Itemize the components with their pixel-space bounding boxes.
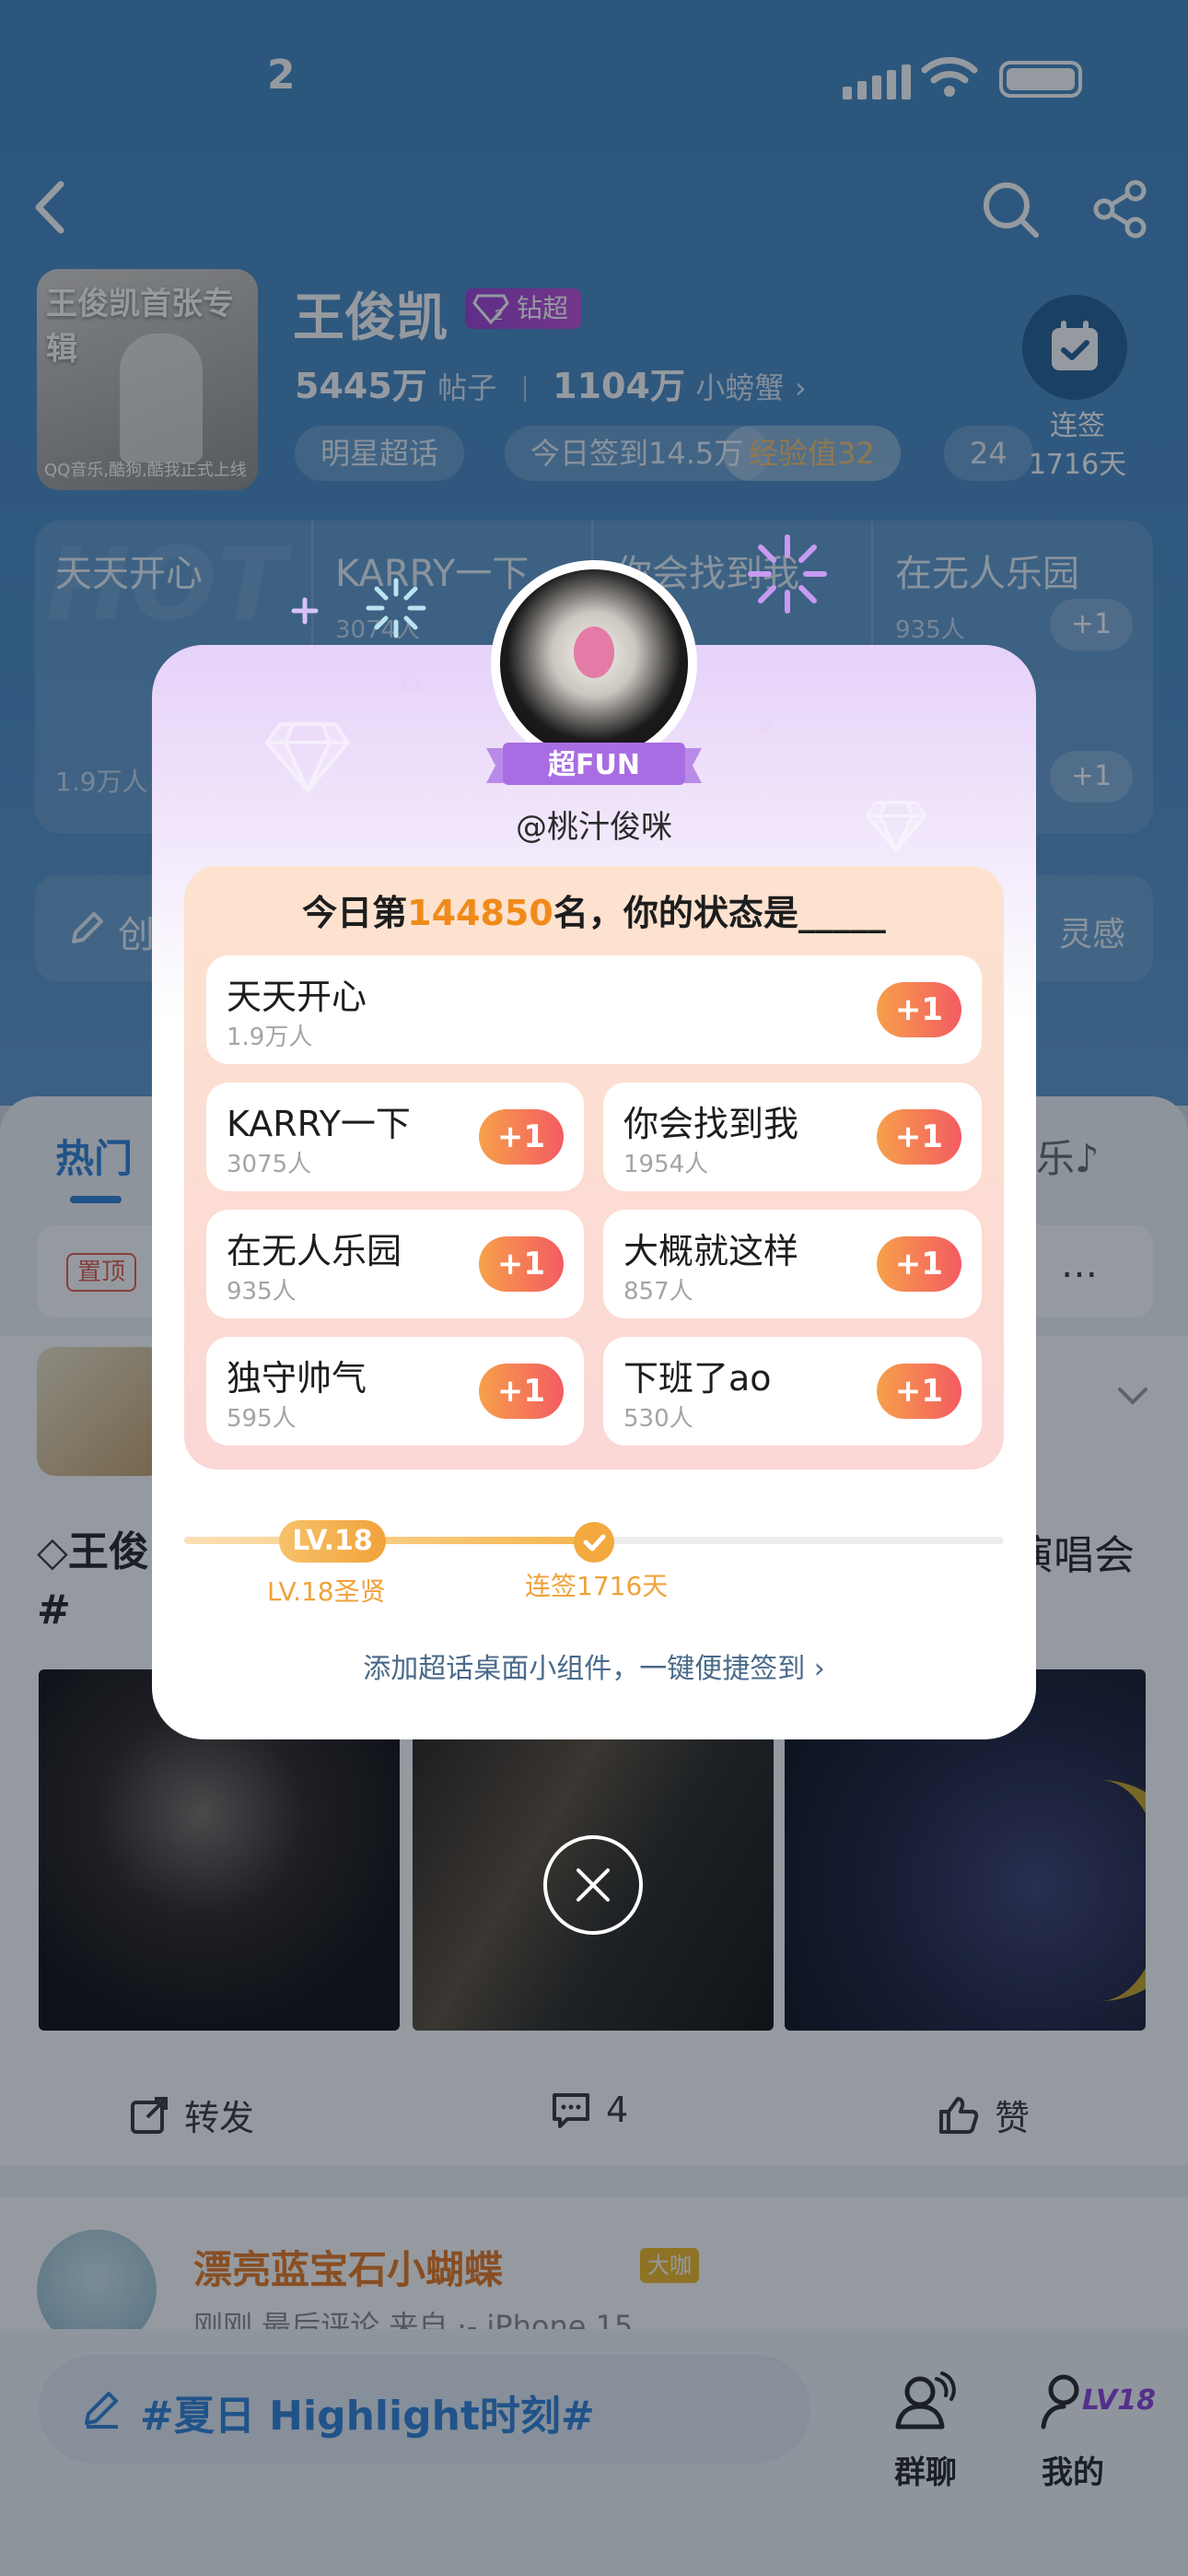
option-name: 在无人乐园 — [227, 1231, 402, 1271]
circle-sparkle-icon — [760, 720, 773, 732]
sparkle-icon — [748, 534, 827, 614]
status-option[interactable]: 独守帅气 595人 +1 — [206, 1337, 584, 1446]
option-name: 天天开心 — [227, 977, 367, 1017]
plus-one-button[interactable]: +1 — [877, 1236, 961, 1292]
check-icon — [583, 1534, 606, 1551]
level-label: LV.18圣贤 — [267, 1576, 386, 1607]
super-fun-label: 超FUN — [548, 749, 640, 781]
plus-sparkle-icon — [291, 597, 319, 625]
status-option[interactable]: 你会找到我 1954人 +1 — [603, 1083, 982, 1191]
modal-username: @桃汁俊咪 — [516, 809, 672, 846]
super-fun-ribbon: 超FUN — [486, 743, 702, 789]
option-count: 935人 — [227, 1278, 297, 1306]
plus-one-button[interactable]: +1 — [479, 1236, 564, 1292]
option-name: 独守帅气 — [227, 1358, 367, 1399]
level-progress-fill — [184, 1537, 594, 1544]
option-name: KARRY一下 — [227, 1104, 411, 1144]
rank-prefix: 今日第 — [302, 893, 408, 933]
close-icon — [577, 1868, 610, 1902]
plus-one-button[interactable]: +1 — [479, 1364, 564, 1419]
option-name: 你会找到我 — [623, 1104, 799, 1144]
level-pill: LV.18 — [279, 1520, 386, 1563]
option-name: 下班了ao — [623, 1358, 772, 1399]
option-count: 530人 — [623, 1405, 693, 1433]
option-name: 大概就这样 — [623, 1231, 799, 1271]
add-widget-text: 添加超话桌面小组件，一键便捷签到 — [363, 1653, 806, 1685]
status-option[interactable]: KARRY一下 3075人 +1 — [206, 1083, 584, 1191]
circle-sparkle-icon — [402, 674, 421, 693]
rank-line: 今日第144850名，你的状态是_____ — [184, 884, 1004, 935]
diamond-icon — [265, 722, 350, 792]
sparkle-icon — [366, 578, 426, 638]
checkin-streak-label: 连签1716天 — [525, 1571, 669, 1601]
chevron-right-icon: › — [813, 1653, 825, 1685]
option-count: 3075人 — [227, 1151, 312, 1178]
option-count: 1.9万人 — [227, 1024, 313, 1051]
status-option[interactable]: 下班了ao 530人 +1 — [603, 1337, 982, 1446]
user-avatar[interactable] — [500, 569, 688, 757]
plus-one-button[interactable]: +1 — [877, 1364, 961, 1419]
plus-one-button[interactable]: +1 — [479, 1109, 564, 1165]
close-modal-button[interactable] — [543, 1835, 643, 1935]
status-option[interactable]: 天天开心 1.9万人 +1 — [206, 955, 982, 1064]
option-count: 1954人 — [623, 1151, 709, 1178]
add-widget-link[interactable]: 添加超话桌面小组件，一键便捷签到 › — [0, 1645, 1188, 1686]
rank-number: 144850 — [407, 893, 553, 933]
status-option[interactable]: 大概就这样 857人 +1 — [603, 1210, 982, 1318]
plus-one-button[interactable]: +1 — [877, 1109, 961, 1165]
option-count: 595人 — [227, 1405, 297, 1433]
checkin-milestone — [574, 1522, 614, 1563]
rank-suffix: 名，你的状态是_____ — [553, 893, 886, 933]
plus-one-button[interactable]: +1 — [877, 982, 961, 1037]
status-option[interactable]: 在无人乐园 935人 +1 — [206, 1210, 584, 1318]
option-count: 857人 — [623, 1278, 693, 1306]
